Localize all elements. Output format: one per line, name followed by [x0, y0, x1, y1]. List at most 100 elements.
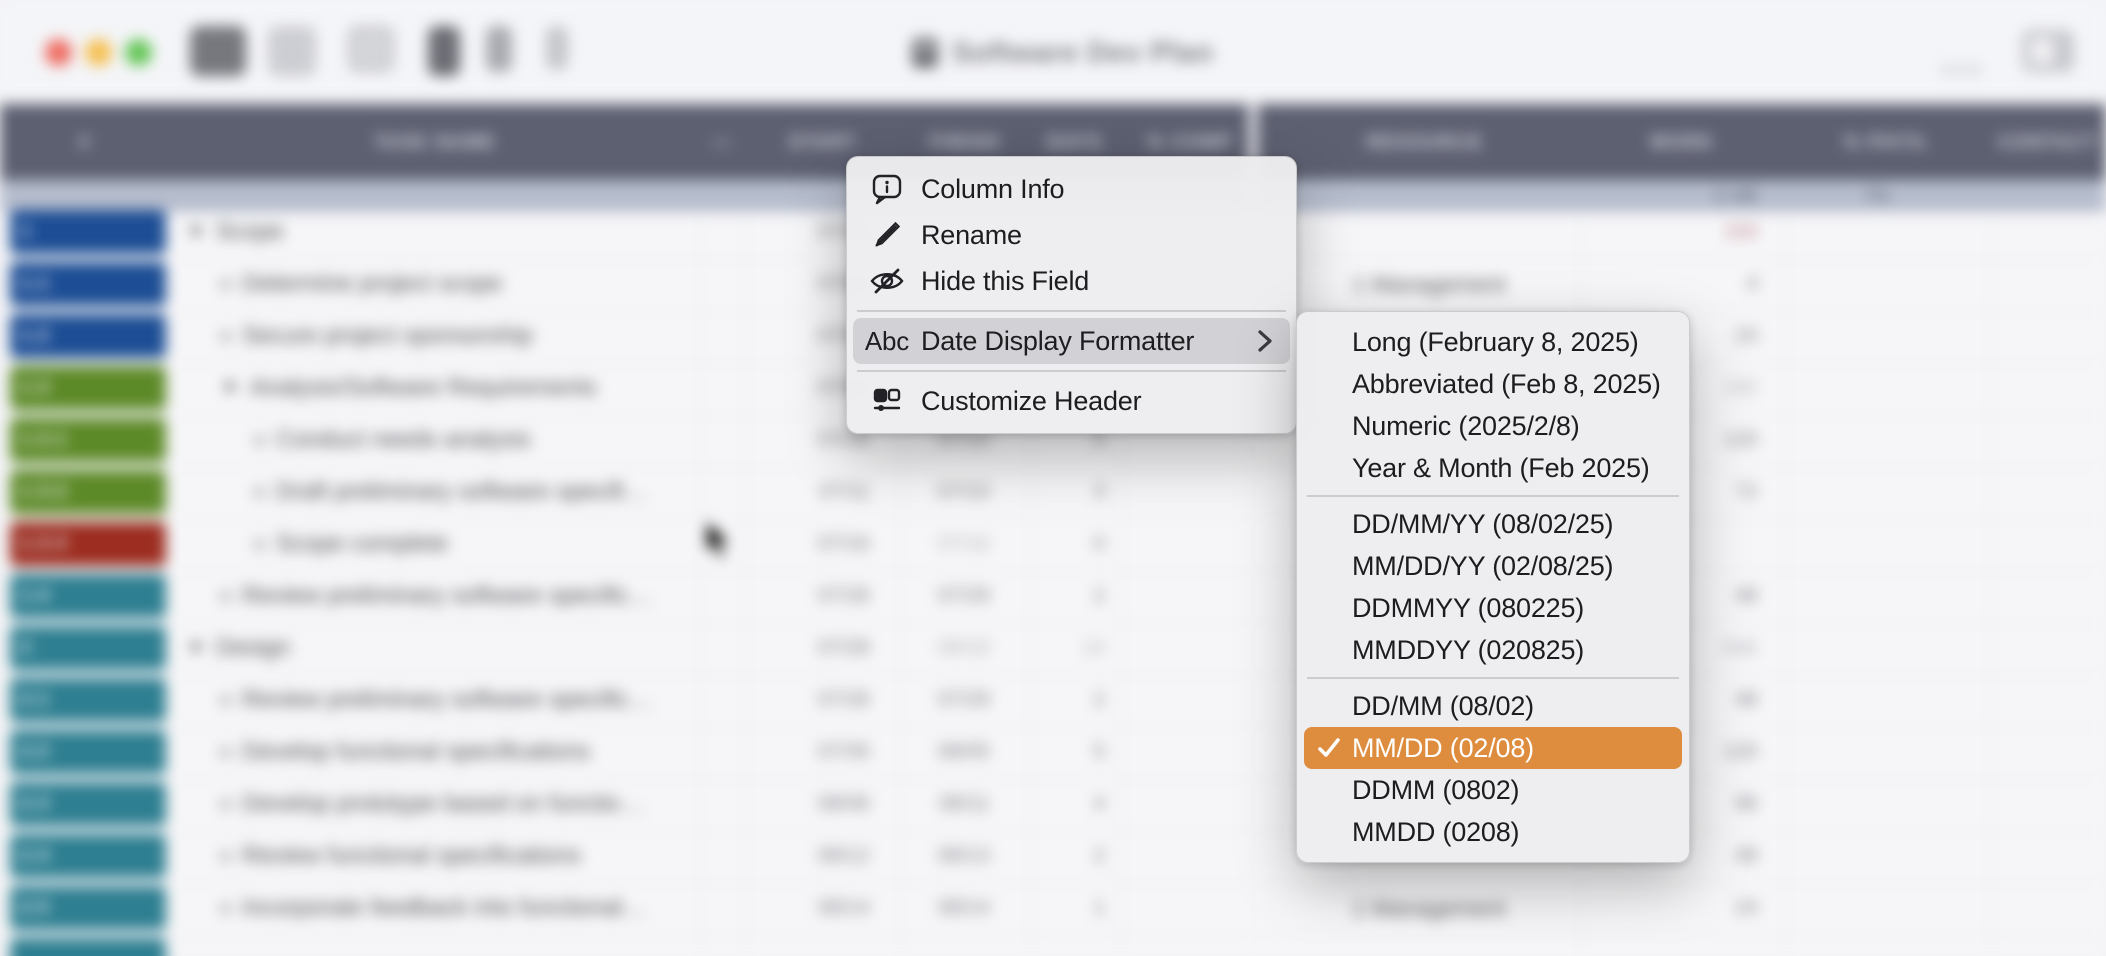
- task-id-badge: 2.3: [10, 782, 166, 826]
- column-header-task-name[interactable]: TASK NAME: [170, 104, 700, 180]
- days-value: 2: [1020, 678, 1105, 722]
- date-format-option-abbreviated-feb-8-2025-[interactable]: Abbreviated (Feb 8, 2025): [1304, 363, 1682, 405]
- date-format-label: MMDDYY (020825): [1352, 635, 1584, 666]
- minimize-button[interactable]: [85, 39, 112, 66]
- date-format-option-ddmm-0802-[interactable]: DDMM (0802): [1304, 769, 1682, 811]
- start-date: 08/14: [740, 886, 870, 930]
- more-options-button[interactable]: …: [1938, 30, 1986, 84]
- menu-item-column-info[interactable]: Column Info: [853, 166, 1290, 212]
- menu-item-customize-header[interactable]: Customize Header: [853, 378, 1290, 424]
- task-name: Conduct needs analysis: [254, 418, 764, 462]
- column-header-phys[interactable]: % PHYS.: [1785, 104, 1990, 180]
- task-bullet-icon: [220, 279, 231, 290]
- resource-view-icon[interactable]: [546, 26, 568, 70]
- date-format-label: DDMMYY (080225): [1352, 593, 1584, 624]
- finish-date: 07/15: [890, 470, 990, 514]
- date-format-option-mmddyy-020825-[interactable]: MMDDYY (020825): [1304, 629, 1682, 671]
- date-format-option-mm-dd-yy-02-08-25-[interactable]: MM/DD/YY (02/08/25): [1304, 545, 1682, 587]
- task-bullet-icon: [254, 487, 265, 498]
- menu-item-hide-this-field[interactable]: Hide this Field: [853, 258, 1290, 304]
- date-format-label: DD/MM/YY (08/02/25): [1352, 509, 1613, 540]
- task-row[interactable]: 2.5Incorporate feedback into functional……: [0, 886, 2106, 938]
- task-row[interactable]: 2▼Design07/2808/18143wk: [0, 626, 2106, 678]
- date-format-option-mmdd-0208-[interactable]: MMDD (0208): [1304, 811, 1682, 853]
- resource-value: 1 Management: [1352, 262, 1582, 306]
- finish-date: 07/16: [890, 522, 990, 566]
- date-format-label: DDMM (0802): [1352, 775, 1519, 806]
- mouse-cursor: [704, 520, 734, 562]
- start-date: 07/28: [740, 574, 870, 618]
- outline-view-icon[interactable]: [428, 26, 460, 76]
- work-value: 268: [1600, 210, 1758, 254]
- start-date: 08/12: [740, 834, 870, 878]
- finish-date: 08/18: [890, 626, 990, 670]
- task-name: Develop prototype based on functio…: [220, 782, 730, 826]
- insert-icon[interactable]: [348, 26, 394, 72]
- task-id-badge: 1.3.1: [10, 418, 166, 462]
- checkmark-icon: [1316, 736, 1352, 760]
- panel-toggle-button[interactable]: [2022, 30, 2074, 72]
- start-date: 08/06: [740, 782, 870, 826]
- column-header-contact[interactable]: CONTACT: [1990, 104, 2106, 180]
- date-format-label: MMDD (0208): [1352, 817, 1519, 848]
- column-context-menu: Column InfoRenameHide this Field AbcDate …: [846, 156, 1297, 434]
- blurred-app-background: Software Dev Plan … #TASK NAME—STARTFINI…: [0, 0, 2106, 956]
- date-format-label: DD/MM (08/02): [1352, 691, 1534, 722]
- task-name: ▼Design: [186, 626, 696, 670]
- task-id-badge: 1.2: [10, 314, 166, 358]
- date-format-option-year-month-feb-2025-[interactable]: Year & Month (Feb 2025): [1304, 447, 1682, 489]
- column-header-[interactable]: #: [0, 104, 170, 180]
- days-value: 2: [1020, 574, 1105, 618]
- task-id-badge: 2: [10, 626, 166, 670]
- date-format-option-long-february-8-2025-[interactable]: Long (February 8, 2025): [1304, 321, 1682, 363]
- date-format-option-mm-dd-02-08-[interactable]: MM/DD (02/08): [1304, 727, 1682, 769]
- disclosure-triangle-icon[interactable]: ▼: [186, 221, 206, 244]
- column-header-resource[interactable]: RESOURCE: [1270, 104, 1580, 180]
- date-format-option-numeric-2025-2-8-[interactable]: Numeric (2025/2/8): [1304, 405, 1682, 447]
- menu-item-date-display-formatter[interactable]: AbcDate Display Formatter: [853, 318, 1290, 364]
- task-row[interactable]: 1.3.3Scope complete07/1607/160: [0, 522, 2106, 574]
- view-options-icon[interactable]: [190, 26, 246, 76]
- menu-separator: [857, 310, 1286, 312]
- days-value: 3: [1020, 470, 1105, 514]
- task-bullet-icon: [220, 591, 231, 602]
- task-row[interactable]: 1.4Review preliminary software specific……: [0, 574, 2106, 626]
- column-header-work[interactable]: WORK: [1580, 104, 1785, 180]
- work-value: 24: [1600, 886, 1758, 930]
- submenu-chevron-icon: [1256, 327, 1274, 355]
- print-icon[interactable]: [268, 26, 316, 76]
- start-date: 07/16: [740, 522, 870, 566]
- menu-item-rename[interactable]: Rename: [853, 212, 1290, 258]
- customize-header-icon: [867, 382, 907, 420]
- date-format-label: Year & Month (Feb 2025): [1352, 453, 1650, 484]
- task-bullet-icon: [220, 695, 231, 706]
- task-row[interactable]: 2.3Develop prototype based on functio…08…: [0, 782, 2106, 834]
- disclosure-triangle-icon[interactable]: ▼: [186, 637, 206, 660]
- task-row[interactable]: 2.2Develop functional specifications07/3…: [0, 730, 2106, 782]
- task-name: Review preliminary software specific…: [220, 574, 730, 618]
- finish-date: 07/29: [890, 574, 990, 618]
- task-bullet-icon: [254, 539, 265, 550]
- close-button[interactable]: [45, 39, 72, 66]
- gantt-view-icon[interactable]: [486, 26, 512, 72]
- date-format-option-dd-mm-08-02-[interactable]: DD/MM (08/02): [1304, 685, 1682, 727]
- task-name: Draft preliminary software specifi…: [254, 470, 764, 514]
- date-format-option-ddmmyy-080225-[interactable]: DDMMYY (080225): [1304, 587, 1682, 629]
- task-row[interactable]: [0, 938, 2106, 956]
- finish-date: 08/13: [890, 834, 990, 878]
- task-bullet-icon: [220, 903, 231, 914]
- date-format-label: MM/DD (02/08): [1352, 733, 1534, 764]
- task-row[interactable]: 2.4Review functional specifications08/12…: [0, 834, 2106, 886]
- date-format-label: MM/DD/YY (02/08/25): [1352, 551, 1613, 582]
- disclosure-triangle-icon[interactable]: ▼: [220, 377, 240, 400]
- column-header-[interactable]: —: [700, 104, 745, 180]
- zoom-button[interactable]: [125, 39, 152, 66]
- finish-date: 08/11: [890, 782, 990, 826]
- date-format-option-dd-mm-yy-08-02-25-[interactable]: DD/MM/YY (08/02/25): [1304, 503, 1682, 545]
- rename-icon: [867, 216, 907, 254]
- task-id-badge: 1.3: [10, 366, 166, 410]
- app-window: Software Dev Plan … #TASK NAME—STARTFINI…: [0, 0, 2106, 956]
- task-row[interactable]: 2.1Review preliminary software specific……: [0, 678, 2106, 730]
- task-bullet-icon: [254, 435, 265, 446]
- task-row[interactable]: 1.3.2Draft preliminary software specifi……: [0, 470, 2106, 522]
